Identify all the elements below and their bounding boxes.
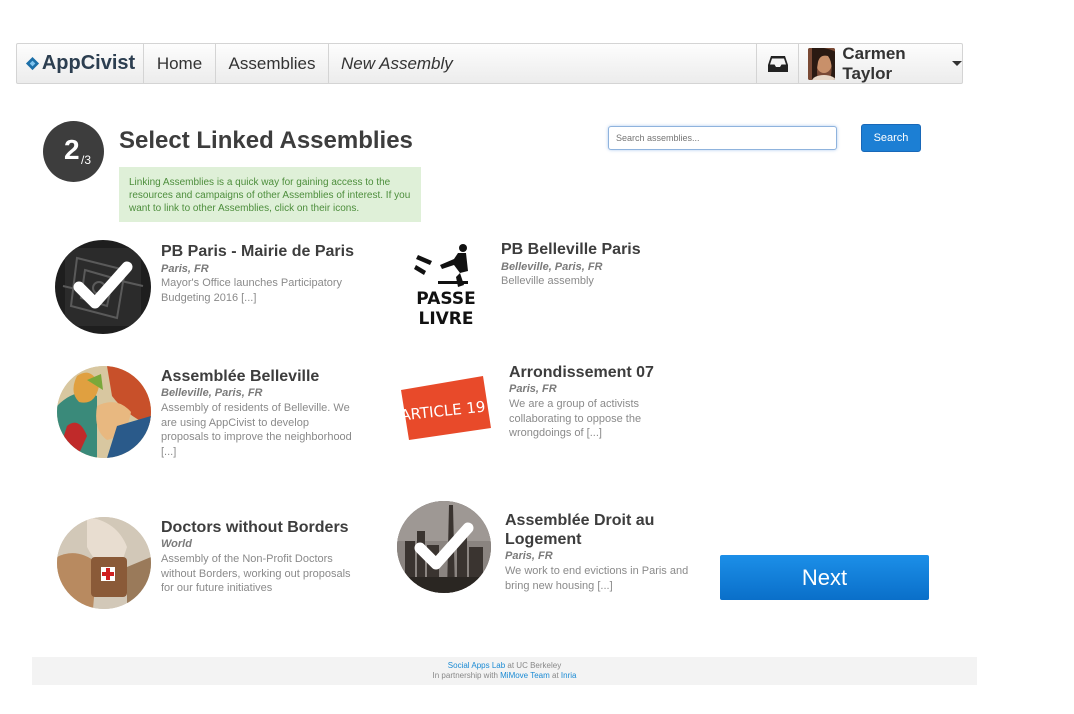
assembly-location: Paris, FR [505,550,553,562]
assembly-icon-arrondissement-07[interactable]: ARTICLE 19 [397,376,491,440]
assembly-location: Paris, FR [509,383,557,395]
footer-line-1: Social Apps Lab at UC Berkeley [32,661,977,671]
assembly-title[interactable]: PB Paris - Mairie de Paris [161,242,354,261]
assembly-description: We work to end evictions in Paris and br… [505,565,689,592]
assembly-location: Belleville, Paris, FR [501,261,603,273]
footer-text: at UC Berkeley [505,661,562,670]
step-total: /3 [81,153,92,167]
search-input[interactable] [608,126,837,150]
nav-home[interactable]: Home [144,44,216,83]
assembly-description: Assembly of the Non-Profit Doctors witho… [161,553,351,595]
assembly-description: Mayor's Office launches Participatory Bu… [161,277,343,304]
assembly-icon-droit-au-logement[interactable] [397,501,491,593]
user-menu[interactable]: Carmen Taylor [799,44,962,83]
assembly-location: Paris, FR [161,263,209,275]
page-title: Select Linked Assemblies [119,127,413,154]
assembly-description: We are a group of activists collaboratin… [509,398,642,440]
assembly-location: World [161,538,192,550]
footer-text: at [549,671,561,680]
assembly-title[interactable]: Doctors without Borders [161,518,349,537]
avatar [808,47,836,80]
logo-text-livre: LIVRE [418,309,473,325]
assembly-icon-pb-belleville[interactable]: PASSE LIVRE [408,241,484,325]
logo-text-passe: PASSE [416,289,475,309]
assembly-title[interactable]: Assemblée Belleville [161,367,319,386]
mimove-team-link[interactable]: MiMove Team [500,671,550,680]
assembly-title[interactable]: Arrondissement 07 [509,363,654,382]
nav-current-page: New Assembly [341,53,453,73]
assembly-icon-assemblee-belleville[interactable] [57,366,151,458]
chevron-down-icon [952,61,962,66]
info-alert: Linking Assemblies is a quick way for ga… [119,167,421,222]
brand-logo[interactable]: AppCivist [17,44,144,83]
footer-text: In partnership with [432,671,501,680]
nav-assemblies[interactable]: Assemblies [216,44,329,83]
assembly-title[interactable]: PB Belleville Paris [501,240,641,259]
appcivist-logo-icon [25,56,39,71]
assembly-description: Assembly of residents of Belleville. We … [161,402,352,458]
footer-line-2: In partnership with MiMove Team at Inria [32,671,977,681]
step-indicator: 2 /3 [43,121,104,182]
navbar: AppCivist Home Assemblies New Assembly C… [16,43,963,84]
assembly-description: Belleville assembly [501,275,594,287]
inbox-button[interactable] [756,44,799,83]
next-button[interactable]: Next [720,555,929,600]
inbox-icon [767,55,788,72]
assembly-title[interactable]: Assemblée Droit au Logement [505,511,695,549]
search-button[interactable]: Search [861,124,921,152]
brand-name: AppCivist [41,52,136,74]
footer: Social Apps Lab at UC Berkeley In partne… [32,657,977,685]
assembly-location: Belleville, Paris, FR [161,387,263,399]
assembly-icon-doctors-without-borders[interactable] [57,517,151,609]
step-number: 2 [64,134,80,165]
social-apps-lab-link[interactable]: Social Apps Lab [448,661,505,670]
user-name: Carmen Taylor [842,43,906,83]
inria-link[interactable]: Inria [561,671,577,680]
assembly-icon-pb-paris[interactable] [55,240,151,334]
